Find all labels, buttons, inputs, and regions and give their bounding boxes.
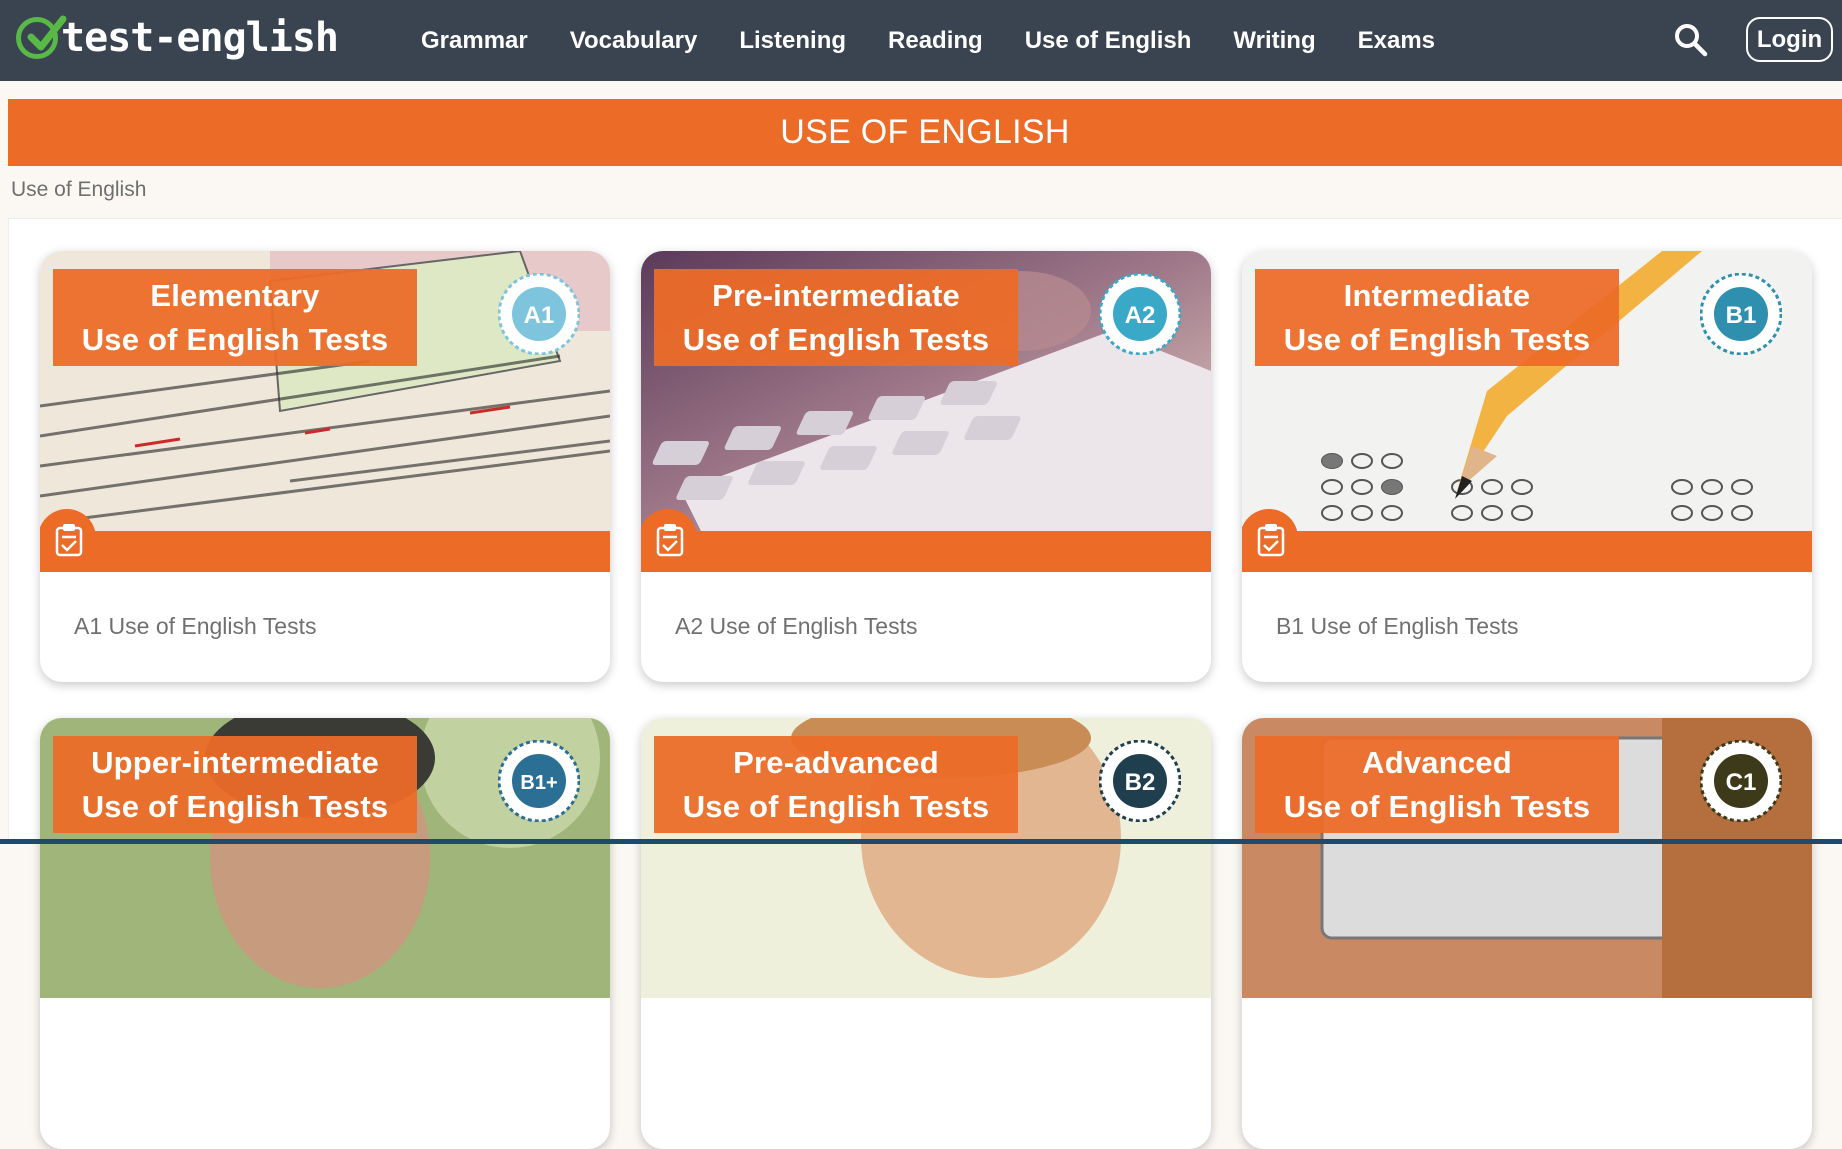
- card-c1[interactable]: Advanced Use of English Tests C1: [1242, 718, 1812, 1149]
- login-button[interactable]: Login: [1746, 17, 1833, 62]
- card-b2[interactable]: Pre-advanced Use of English Tests B2: [641, 718, 1211, 1149]
- site-logo[interactable]: test-english: [16, 14, 339, 62]
- card-band: [40, 531, 610, 572]
- level-badge-c1: C1: [1700, 740, 1782, 822]
- top-navigation-bar: test-english Grammar Vocabulary Listenin…: [0, 0, 1842, 81]
- card-a1[interactable]: Elementary Use of English Tests A1 A1 Us…: [40, 251, 610, 682]
- page-title-band: USE OF ENGLISH: [8, 99, 1842, 166]
- card-label[interactable]: A2 Use of English Tests: [675, 613, 917, 640]
- svg-text:A2: A2: [1125, 302, 1156, 329]
- card-banner-line1: Advanced: [1362, 744, 1512, 780]
- main-nav: Grammar Vocabulary Listening Reading Use…: [400, 0, 1456, 81]
- card-label[interactable]: B1 Use of English Tests: [1276, 613, 1518, 640]
- card-banner-line1: Intermediate: [1343, 277, 1531, 313]
- card-banner-line2: Use of English Tests: [81, 788, 389, 824]
- nav-use-of-english[interactable]: Use of English: [1025, 27, 1192, 55]
- card-band: [1242, 531, 1812, 572]
- nav-vocabulary[interactable]: Vocabulary: [570, 27, 698, 55]
- nav-grammar[interactable]: Grammar: [421, 27, 528, 55]
- card-banner: Pre-advanced Use of English Tests: [654, 736, 1018, 833]
- card-banner-line2: Use of English Tests: [81, 321, 389, 357]
- logo-check-icon: [16, 15, 67, 59]
- card-banner: Intermediate Use of English Tests: [1255, 269, 1619, 366]
- card-banner-line2: Use of English Tests: [1283, 788, 1591, 824]
- card-band: [641, 531, 1211, 572]
- card-banner-line1: Pre-advanced: [733, 744, 939, 780]
- card-banner: Upper-intermediate Use of English Tests: [53, 736, 417, 833]
- level-badge-b2: B2: [1099, 740, 1181, 822]
- nav-listening[interactable]: Listening: [739, 27, 846, 55]
- card-banner-line2: Use of English Tests: [682, 788, 990, 824]
- card-banner-line2: Use of English Tests: [682, 321, 990, 357]
- content-panel: Elementary Use of English Tests A1 A1 Us…: [8, 218, 1842, 1149]
- card-banner-line1: Elementary: [150, 277, 320, 313]
- clipboard-check-icon: [1257, 524, 1285, 557]
- card-banner: Pre-intermediate Use of English Tests: [654, 269, 1018, 366]
- search-icon[interactable]: [1673, 22, 1709, 58]
- svg-text:A1: A1: [524, 302, 555, 329]
- logo-text: test-english: [61, 15, 339, 61]
- svg-text:B1: B1: [1726, 302, 1757, 329]
- card-label[interactable]: A1 Use of English Tests: [74, 613, 316, 640]
- card-banner-line1: Upper-intermediate: [91, 744, 379, 780]
- card-banner-line1: Pre-intermediate: [712, 277, 960, 313]
- nav-reading[interactable]: Reading: [888, 27, 983, 55]
- nav-writing[interactable]: Writing: [1233, 27, 1315, 55]
- card-banner-line2: Use of English Tests: [1283, 321, 1591, 357]
- breadcrumb[interactable]: Use of English: [11, 178, 146, 202]
- level-badge-b1-plus: B1+: [498, 740, 580, 822]
- card-banner: Advanced Use of English Tests: [1255, 736, 1619, 833]
- svg-text:B2: B2: [1125, 769, 1156, 796]
- card-b1[interactable]: Intermediate Use of English Tests B1 B1 …: [1242, 251, 1812, 682]
- bottom-edge: [0, 839, 1842, 844]
- level-badge-a1: A1: [498, 273, 580, 355]
- level-badge-b1: B1: [1700, 273, 1782, 355]
- card-b1-plus[interactable]: Upper-intermediate Use of English Tests …: [40, 718, 610, 1149]
- level-badge-a2: A2: [1099, 273, 1181, 355]
- nav-exams[interactable]: Exams: [1358, 27, 1435, 55]
- clipboard-check-icon: [55, 524, 83, 557]
- svg-text:B1+: B1+: [520, 772, 557, 794]
- clipboard-check-icon: [656, 524, 684, 557]
- card-a2[interactable]: Pre-intermediate Use of English Tests A2…: [641, 251, 1211, 682]
- card-banner: Elementary Use of English Tests: [53, 269, 417, 366]
- page-title: USE OF ENGLISH: [780, 113, 1070, 151]
- svg-text:C1: C1: [1726, 769, 1757, 796]
